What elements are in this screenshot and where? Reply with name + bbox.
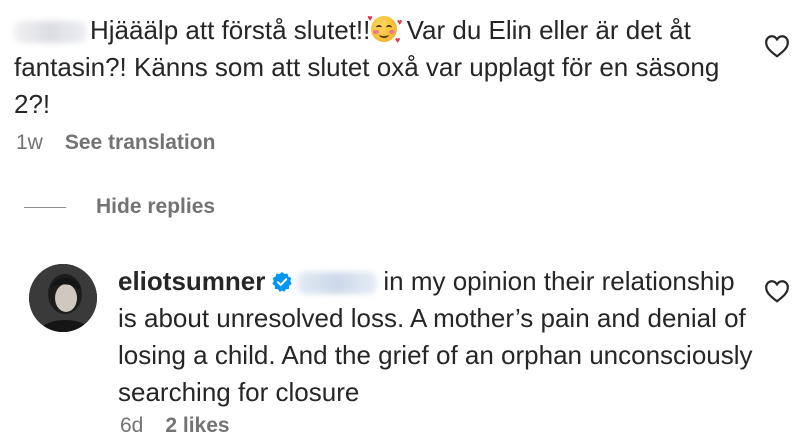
comment-text-part1: Hjääälp att förstå slutet!! bbox=[90, 15, 371, 45]
replies-divider-line bbox=[24, 206, 66, 208]
blurred-mention bbox=[297, 272, 378, 295]
hide-replies-button[interactable]: Hide replies bbox=[24, 193, 215, 221]
avatar[interactable] bbox=[29, 264, 97, 332]
like-reply-heart-icon[interactable] bbox=[764, 279, 790, 303]
smiling-face-with-hearts-emoji-icon: ♥ ♥ ♥ bbox=[367, 13, 403, 45]
hide-replies-label: Hide replies bbox=[96, 195, 216, 218]
reply-username[interactable]: eliotsumner bbox=[118, 266, 265, 296]
reply-text: eliotsumner in my opinion their relations… bbox=[118, 263, 758, 411]
reply-meta: 6d 2 likes bbox=[120, 414, 230, 438]
see-translation-link[interactable]: See translation bbox=[65, 131, 216, 154]
comment-text: Hjääälp att förstå slutet!! ♥ ♥ ♥ Var du El… bbox=[14, 12, 749, 123]
verified-badge-icon bbox=[271, 271, 293, 293]
comment-timestamp: 1w bbox=[16, 131, 43, 154]
comment-meta: 1w See translation bbox=[16, 131, 215, 155]
blurred-username bbox=[14, 21, 86, 44]
reply-timestamp: 6d bbox=[120, 414, 144, 437]
like-comment-heart-icon[interactable] bbox=[764, 34, 790, 58]
reply-likes-count[interactable]: 2 likes bbox=[165, 414, 229, 437]
